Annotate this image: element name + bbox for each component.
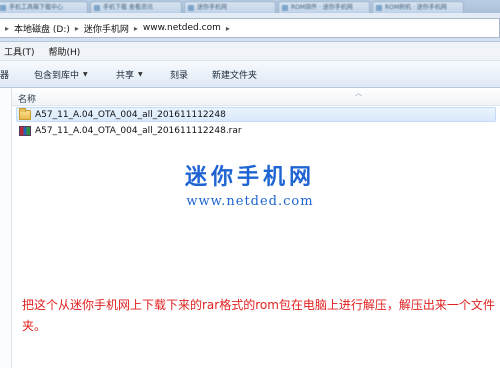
column-header-label: 名称	[18, 95, 37, 105]
tab-item[interactable]: 迷你手机网	[184, 1, 276, 13]
menu-bar: 工具(T) 帮助(H)	[0, 42, 500, 61]
share-label: 共享	[116, 70, 135, 81]
new-folder-button[interactable]: 新建文件夹	[212, 68, 257, 81]
include-in-library-button[interactable]: 包含到库中 ▼	[34, 68, 116, 81]
burn-button[interactable]: 刻录	[170, 68, 212, 81]
rar-archive-icon	[19, 125, 31, 136]
breadcrumb-drive[interactable]: 本地磁盘 (D:)	[14, 22, 70, 35]
breadcrumb-subfolder[interactable]: www.netded.com	[143, 23, 221, 33]
address-box[interactable]: ▸ 本地磁盘 (D:) ▸ 迷你手机网 ▸ www.netded.com ▸	[0, 18, 500, 38]
chevron-right-icon[interactable]: ▸	[226, 24, 230, 33]
tab-item[interactable]: 手机工具箱下载中心	[0, 1, 88, 13]
address-bar: ▸ 本地磁盘 (D:) ▸ 迷你手机网 ▸ www.netded.com ▸	[0, 13, 500, 42]
page-icon	[188, 5, 194, 11]
tab-label: ROM固件 · 迷你手机网	[291, 4, 353, 11]
menu-help[interactable]: 帮助(H)	[49, 45, 81, 58]
list-item-rar[interactable]: A57_11_A.04_OTA_004_all_201611112248.rar	[19, 123, 242, 138]
tab-label: 手机工具箱下载中心	[9, 4, 64, 11]
tab-label: 手机下载 查看资讯	[103, 4, 153, 11]
tab-strip: 手机工具箱下载中心 手机下载 查看资讯 迷你手机网 ROM固件 · 迷你手机网 …	[0, 0, 500, 13]
breadcrumb-folder[interactable]: 迷你手机网	[84, 22, 129, 35]
tab-label: 迷你手机网	[197, 4, 228, 11]
organize-label: 器	[0, 70, 10, 81]
tab-label: ROM刷机 · 迷你手机网	[385, 4, 447, 11]
include-in-library-label: 包含到库中	[34, 70, 80, 81]
dropdown-arrow-icon: ▼	[138, 70, 143, 78]
sort-ascending-icon: ︿	[355, 89, 362, 97]
folder-icon	[19, 107, 31, 120]
watermark-brand: 迷你手机网	[184, 165, 315, 190]
burn-label: 刻录	[170, 70, 189, 81]
tab-item[interactable]: ROM固件 · 迷你手机网	[278, 1, 370, 13]
organize-button[interactable]: 器	[0, 68, 34, 81]
tab-item[interactable]: 手机下载 查看资讯	[90, 1, 182, 13]
file-name: A57_11_A.04_OTA_004_all_201611112248.rar	[35, 125, 242, 136]
file-list-pane[interactable]: 名称 ︿ A57_11_A.04_OTA_004_all_20161111224…	[0, 88, 500, 368]
dropdown-arrow-icon: ▼	[83, 70, 88, 78]
page-icon	[0, 5, 6, 11]
file-name: A57_11_A.04_OTA_004_all_201611112248	[35, 109, 226, 120]
command-toolbar: 器 包含到库中 ▼ 共享 ▼ 刻录 新建文件夹	[0, 61, 500, 88]
page-icon	[94, 5, 100, 11]
chevron-right-icon[interactable]: ▸	[134, 24, 138, 33]
page-icon	[376, 5, 382, 11]
page-icon	[282, 5, 288, 11]
watermark-url: www.netded.com	[186, 194, 314, 209]
tab-item[interactable]: ROM刷机 · 迷你手机网	[372, 1, 464, 13]
share-button[interactable]: 共享 ▼	[116, 68, 170, 81]
new-folder-label: 新建文件夹	[212, 70, 258, 81]
chevron-right-icon[interactable]: ▸	[75, 24, 79, 33]
column-header-name[interactable]: 名称 ︿	[12, 88, 500, 106]
navigation-pane-edge	[0, 88, 12, 368]
instruction-note: 把这个从迷你手机网上下载下来的rar格式的rom包在电脑上进行解压，解压出来一个…	[22, 298, 495, 333]
menu-tools[interactable]: 工具(T)	[4, 45, 35, 58]
chevron-right-icon[interactable]: ▸	[5, 24, 9, 33]
list-item-folder[interactable]: A57_11_A.04_OTA_004_all_201611112248	[16, 107, 496, 122]
